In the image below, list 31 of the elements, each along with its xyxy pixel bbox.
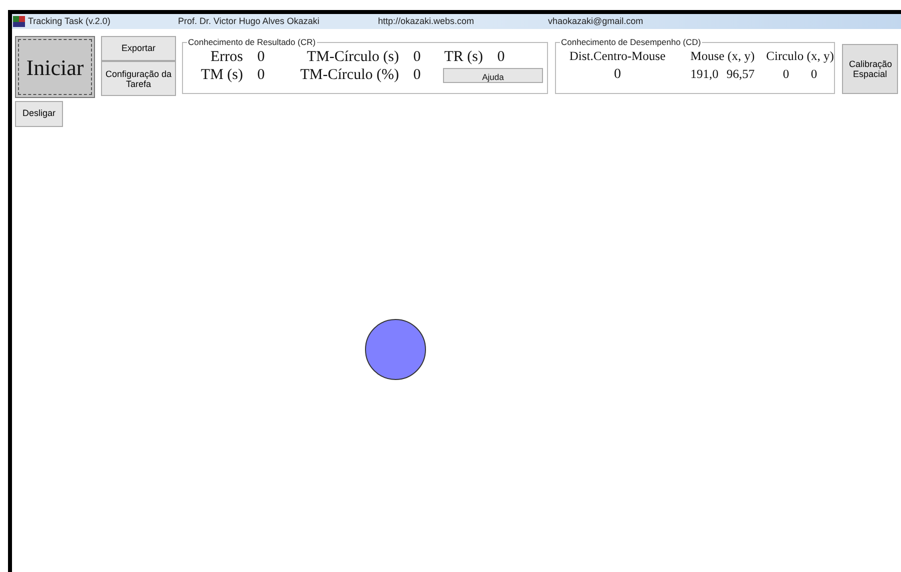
- window-title: Tracking Task (v.2.0): [28, 14, 112, 28]
- column-value: 96,57: [726, 66, 755, 82]
- column-label: Dist.Centro-Mouse: [569, 48, 666, 65]
- result-value: 0: [256, 49, 266, 66]
- column-value: 0: [782, 66, 790, 82]
- help-button[interactable]: Ajuda: [443, 68, 543, 84]
- off-button[interactable]: Desligar: [15, 100, 63, 127]
- title-text: http://okazaki.webs.com: [378, 14, 476, 28]
- app-icon: [13, 16, 25, 27]
- result-label: Erros: [210, 49, 243, 66]
- result-label: TM-Círculo (s): [306, 49, 399, 66]
- title-text: vhaokazaki@gmail.com: [548, 14, 644, 28]
- result-label: TM (s): [200, 67, 243, 84]
- result-value: 0: [496, 49, 506, 66]
- group-title: Conhecimento de Resultado (CR): [187, 36, 317, 49]
- task-config-button[interactable]: Configuração da Tarefa: [101, 61, 176, 96]
- result-value: 0: [256, 67, 266, 84]
- result-label: TR (s): [443, 49, 483, 66]
- column-value: 0: [614, 66, 621, 82]
- result-label: TM-Círculo (%): [299, 67, 399, 84]
- calibration-button[interactable]: Calibração Espacial: [842, 44, 898, 94]
- title-text: Prof. Dr. Victor Hugo Alves Okazaki: [178, 14, 320, 28]
- group-title: Conhecimento de Desempenho (CD): [560, 36, 702, 49]
- column-label: Circulo (x, y): [766, 48, 834, 65]
- result-value: 0: [412, 67, 422, 84]
- start-button[interactable]: Iniciar: [15, 36, 95, 98]
- column-value: 0: [810, 66, 818, 82]
- result-value: 0: [412, 49, 422, 66]
- column-label: Mouse (x, y): [690, 48, 755, 65]
- column-value: 191,0: [690, 66, 718, 82]
- export-button[interactable]: Exportar: [101, 36, 176, 61]
